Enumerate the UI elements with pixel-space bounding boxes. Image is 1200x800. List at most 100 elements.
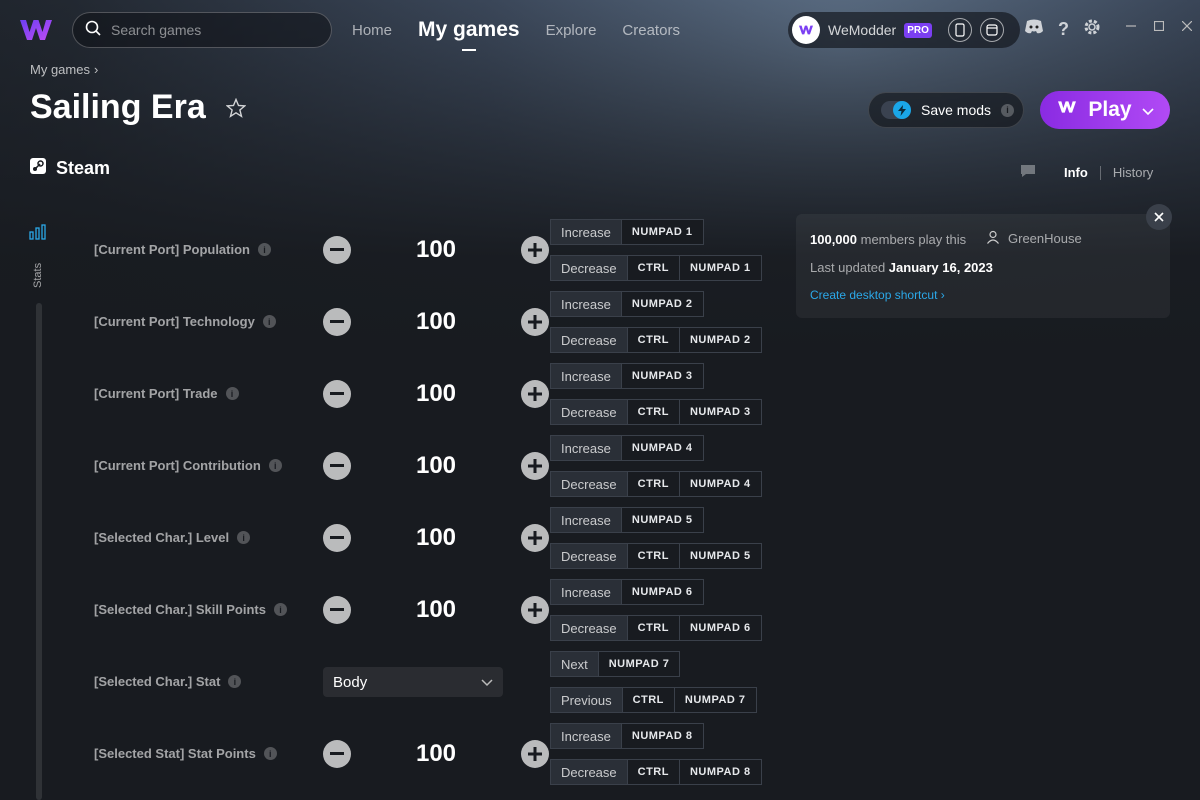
toggle-switch[interactable]: [881, 101, 911, 119]
hotkey-row[interactable]: Increase NUMPAD 5: [550, 507, 704, 533]
minus-icon[interactable]: [323, 524, 351, 552]
account-name: WeModder: [828, 22, 897, 38]
create-shortcut-link[interactable]: Create desktop shortcut ›: [810, 288, 945, 302]
close-window-icon[interactable]: [1181, 18, 1193, 36]
help-icon[interactable]: ?: [1058, 19, 1069, 40]
minus-icon[interactable]: [323, 236, 351, 264]
key-cap: CTRL: [627, 615, 680, 641]
hotkey-row[interactable]: Increase NUMPAD 4: [550, 435, 704, 461]
hotkey-row[interactable]: Increase NUMPAD 8: [550, 723, 704, 749]
chat-icon[interactable]: [1020, 164, 1036, 181]
plus-icon[interactable]: [521, 308, 549, 336]
plus-icon[interactable]: [521, 740, 549, 768]
breadcrumb[interactable]: My games ›: [30, 62, 98, 77]
mod-label: [Selected Char.] Level: [94, 530, 230, 545]
overlay-icon[interactable]: [979, 18, 1004, 42]
search-icon: [85, 20, 101, 41]
key-cap: NUMPAD 8: [621, 723, 704, 749]
hotkey-row[interactable]: Increase NUMPAD 6: [550, 579, 704, 605]
minus-icon[interactable]: [323, 308, 351, 336]
main-nav: Home My games Explore Creators: [352, 12, 680, 51]
play-button[interactable]: Play: [1040, 91, 1170, 129]
hotkey-row[interactable]: Decrease CTRL NUMPAD 8: [550, 759, 762, 785]
info-icon[interactable]: i: [1001, 103, 1015, 117]
tab-info[interactable]: Info: [1064, 165, 1088, 180]
hotkey-action: Increase: [550, 723, 622, 749]
hotkey-row[interactable]: Decrease CTRL NUMPAD 5: [550, 543, 762, 569]
nav-my-games[interactable]: My games: [418, 18, 520, 51]
minimize-icon[interactable]: [1126, 18, 1136, 36]
account-pill[interactable]: WeModder PRO: [788, 12, 1020, 48]
scrollbar[interactable]: [36, 303, 42, 800]
nav-home[interactable]: Home: [352, 22, 392, 39]
author-name: GreenHouse: [1008, 231, 1082, 246]
info-icon[interactable]: i: [228, 675, 242, 688]
minus-icon[interactable]: [323, 740, 351, 768]
mod-stepper: 100: [323, 236, 549, 264]
mod-value[interactable]: 100: [391, 740, 481, 768]
info-icon[interactable]: i: [258, 243, 271, 256]
stat-select[interactable]: Body: [323, 667, 503, 697]
plus-icon[interactable]: [521, 452, 549, 480]
hotkey-action: Decrease: [550, 327, 628, 353]
discord-icon[interactable]: [1024, 19, 1044, 40]
hotkey-row[interactable]: Decrease CTRL NUMPAD 3: [550, 399, 762, 425]
maximize-icon[interactable]: [1153, 18, 1165, 36]
hotkey-row[interactable]: Decrease CTRL NUMPAD 2: [550, 327, 762, 353]
nav-creators[interactable]: Creators: [622, 22, 680, 39]
save-mods-toggle[interactable]: Save mods i: [868, 92, 1024, 128]
info-icon[interactable]: i: [263, 747, 277, 760]
wemod-logo[interactable]: [18, 14, 54, 46]
hotkey-row[interactable]: Increase NUMPAD 2: [550, 291, 704, 317]
nav-explore[interactable]: Explore: [546, 22, 597, 39]
search-input[interactable]: [111, 22, 311, 38]
minus-icon[interactable]: [323, 596, 351, 624]
mod-value[interactable]: 100: [391, 380, 481, 408]
mod-name: [Current Port] Technology i: [94, 314, 276, 329]
hotkey-row[interactable]: Decrease CTRL NUMPAD 6: [550, 615, 762, 641]
hotkey-row[interactable]: Increase NUMPAD 1: [550, 219, 704, 245]
plus-icon[interactable]: [521, 236, 549, 264]
hotkey-action: Increase: [550, 507, 622, 533]
mod-stepper: 100: [323, 596, 549, 624]
wemod-icon: [1056, 98, 1078, 122]
minus-icon[interactable]: [323, 380, 351, 408]
hotkey-row[interactable]: Increase NUMPAD 3: [550, 363, 704, 389]
breadcrumb-label: My games: [30, 62, 90, 77]
hotkey-action: Previous: [550, 687, 623, 713]
close-icon[interactable]: [1146, 204, 1172, 230]
info-icon[interactable]: i: [273, 603, 287, 616]
mod-label: [Current Port] Contribution: [94, 458, 261, 473]
mod-value[interactable]: 100: [391, 308, 481, 336]
search-bar[interactable]: [72, 12, 332, 48]
mod-value[interactable]: 100: [391, 236, 481, 264]
stats-icon[interactable]: [29, 224, 47, 245]
key-cap: CTRL: [622, 687, 675, 713]
info-icon[interactable]: i: [262, 315, 276, 328]
key-cap: CTRL: [627, 255, 680, 281]
plus-icon[interactable]: [521, 524, 549, 552]
hotkey-row[interactable]: Next NUMPAD 7: [550, 651, 681, 677]
author[interactable]: GreenHouse: [986, 230, 1082, 247]
info-icon[interactable]: i: [225, 387, 239, 400]
minus-icon[interactable]: [323, 452, 351, 480]
tab-history[interactable]: History: [1113, 165, 1153, 180]
plus-icon[interactable]: [521, 380, 549, 408]
hotkey-row[interactable]: Decrease CTRL NUMPAD 1: [550, 255, 762, 281]
mod-value[interactable]: 100: [391, 524, 481, 552]
phone-icon[interactable]: [947, 18, 972, 42]
mod-stepper: 100: [323, 740, 549, 768]
settings-gear-icon[interactable]: [1083, 18, 1101, 41]
hotkey-row[interactable]: Previous CTRL NUMPAD 7: [550, 687, 757, 713]
info-icon[interactable]: i: [268, 459, 282, 472]
mod-value[interactable]: 100: [391, 452, 481, 480]
mod-value[interactable]: 100: [391, 596, 481, 624]
favorite-star-icon[interactable]: [225, 97, 247, 123]
plus-icon[interactable]: [521, 596, 549, 624]
info-icon[interactable]: i: [237, 531, 251, 544]
mod-name: [Selected Char.] Stat i: [94, 674, 242, 689]
hotkey-row[interactable]: Decrease CTRL NUMPAD 4: [550, 471, 762, 497]
chevron-down-icon[interactable]: [1142, 98, 1154, 122]
mod-name: [Current Port] Trade i: [94, 386, 239, 401]
select-value: Body: [333, 673, 368, 691]
